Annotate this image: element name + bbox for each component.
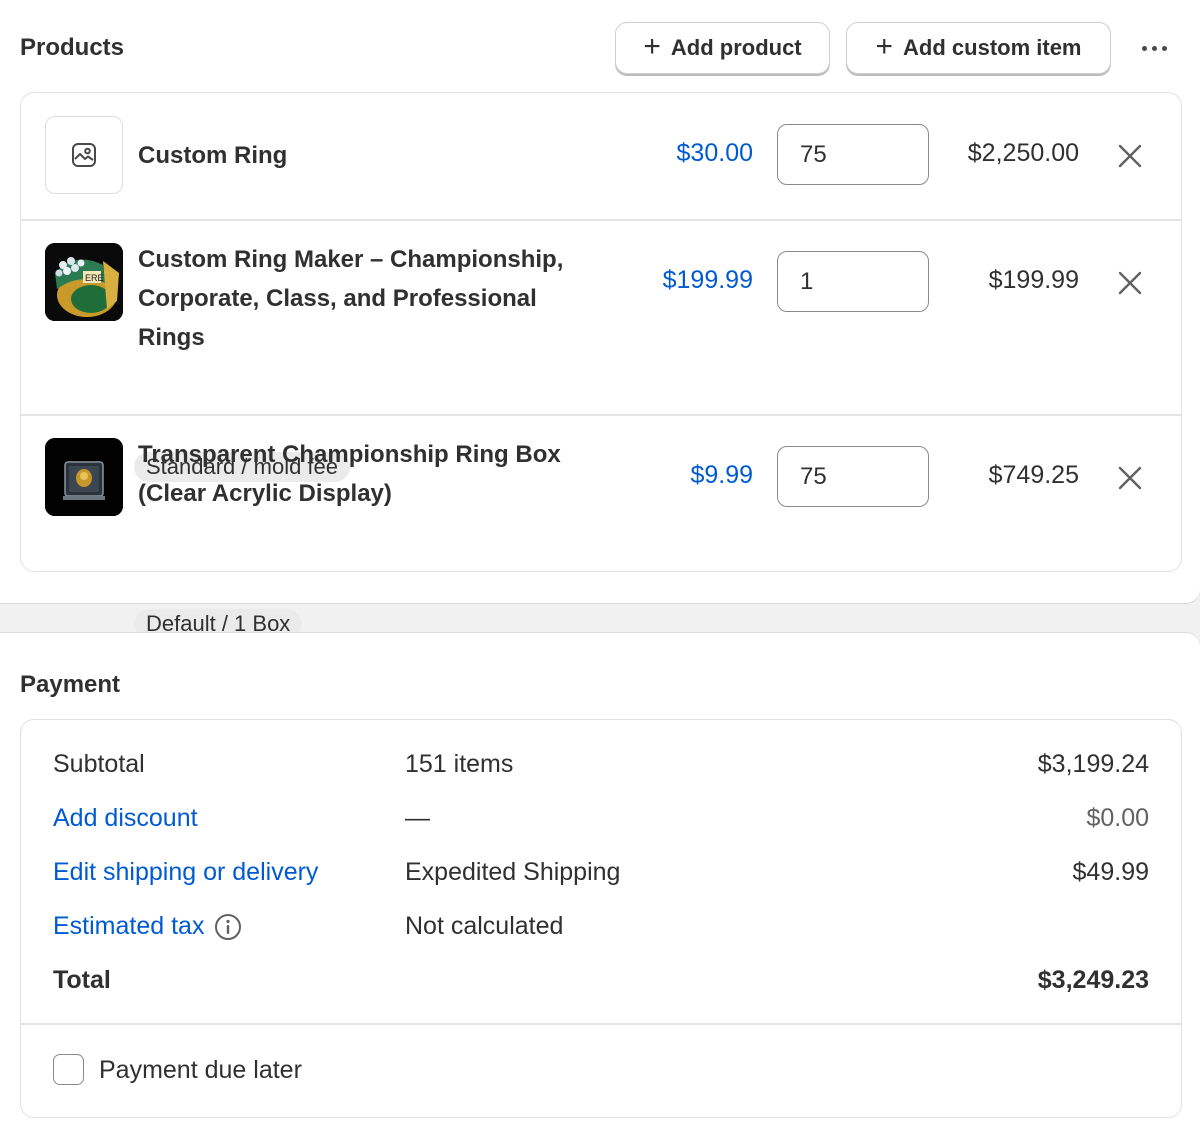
add-custom-item-button[interactable]: + Add custom item	[846, 22, 1111, 74]
edit-shipping-link[interactable]: Edit shipping or delivery	[53, 858, 318, 887]
tax-status: Not calculated	[405, 912, 564, 940]
estimated-tax-link[interactable]: Estimated tax	[53, 912, 242, 941]
plus-icon: +	[643, 29, 661, 63]
product-name[interactable]: Transparent Championship Ring Box (Clear…	[138, 435, 561, 513]
list-item: Transparent Championship Ring Box (Clear…	[21, 415, 1181, 639]
shipping-method: Expedited Shipping	[405, 858, 621, 886]
add-product-button[interactable]: + Add product	[615, 22, 830, 74]
svg-text:ERE: ERE	[85, 273, 104, 283]
line-total: $749.25	[988, 461, 1079, 489]
product-price[interactable]: $199.99	[663, 266, 753, 295]
remove-close-icon[interactable]	[1117, 143, 1143, 169]
payment-summary: Subtotal 151 items $3,199.24 Add discoun…	[20, 719, 1182, 1118]
product-name[interactable]: Custom Ring Maker – Championship, Corpor…	[138, 240, 563, 357]
add-custom-item-label: Add custom item	[903, 35, 1082, 60]
championship-ring-photo: ERE	[45, 243, 123, 321]
shipping-amount: $49.99	[1072, 858, 1149, 886]
list-item: Custom Ring $30.00 75 $2,250.00	[21, 93, 1181, 219]
list-item: ERE Custom Ring Maker – Championship, Co…	[21, 220, 1181, 482]
line-total: $2,250.00	[967, 139, 1079, 167]
ring-box-photo	[45, 438, 123, 516]
products-title: Products	[20, 34, 125, 61]
total-amount: $3,249.23	[1037, 966, 1149, 994]
remove-close-icon[interactable]	[1117, 465, 1143, 491]
divider	[21, 1023, 1181, 1025]
estimated-tax-label: Estimated tax	[53, 912, 205, 940]
placeholder-image-icon	[45, 116, 123, 194]
more-actions-icon[interactable]	[1136, 34, 1172, 62]
discount-amount: $0.00	[1086, 804, 1149, 832]
products-card: Products + Add product + Add custom item…	[0, 0, 1200, 639]
add-product-label: Add product	[670, 35, 802, 60]
quantity-input[interactable]: 75	[777, 124, 929, 185]
product-price[interactable]: $30.00	[677, 139, 753, 168]
quantity-input[interactable]: 1	[777, 251, 929, 312]
remove-close-icon[interactable]	[1117, 270, 1143, 296]
subtotal-items: 151 items	[405, 750, 514, 778]
subtotal-label: Subtotal	[53, 750, 145, 778]
payment-due-later-checkbox[interactable]	[53, 1054, 84, 1085]
line-total: $199.99	[988, 266, 1079, 294]
subtotal-amount: $3,199.24	[1037, 750, 1149, 778]
quantity-input[interactable]: 75	[777, 446, 929, 507]
add-discount-link[interactable]: Add discount	[53, 804, 198, 833]
plus-icon: +	[875, 29, 894, 63]
info-icon[interactable]	[214, 913, 242, 941]
discount-detail: —	[405, 804, 430, 832]
payment-due-later-label[interactable]: Payment due later	[99, 1056, 302, 1085]
product-list: Custom Ring $30.00 75 $2,250.00 ERE Cust…	[20, 92, 1182, 639]
payment-title: Payment	[20, 671, 121, 698]
product-name[interactable]: Custom Ring	[138, 136, 287, 175]
product-price[interactable]: $9.99	[690, 461, 753, 490]
total-label: Total	[53, 966, 111, 994]
